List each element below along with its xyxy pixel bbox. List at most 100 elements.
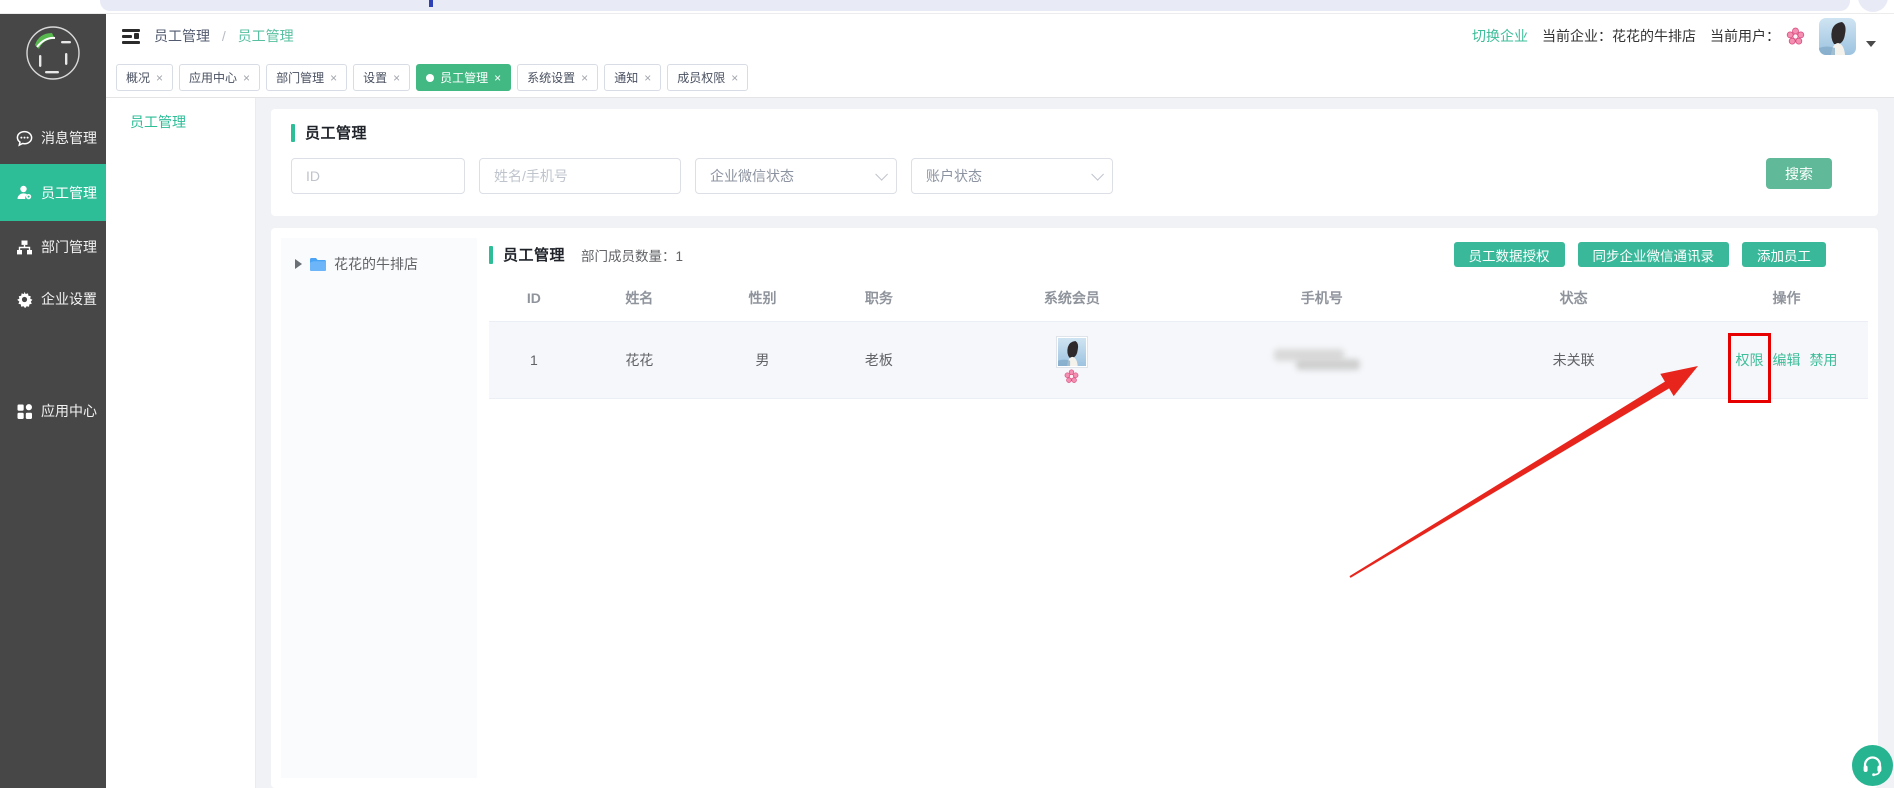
- secondary-sidebar: 员工管理: [106, 98, 256, 788]
- close-icon[interactable]: ×: [731, 72, 738, 84]
- employee-table-card: 花花的牛排店 员工管理 部门成员数量：1 员工数据授权 同步企业微信通讯录: [271, 228, 1878, 788]
- cell-id: 1: [499, 352, 569, 368]
- sidebar-item-messages[interactable]: 消息管理: [0, 112, 106, 164]
- tree-node-label: 花花的牛排店: [334, 254, 418, 274]
- table-header-row: ID 姓名 性别 职务 系统会员 手机号 状态 操作: [489, 275, 1868, 322]
- col-header-actions: 操作: [1705, 288, 1868, 308]
- sync-wechat-contacts-button[interactable]: 同步企业微信通讯录: [1578, 242, 1730, 267]
- close-icon[interactable]: ×: [494, 72, 501, 84]
- top-header: 员工管理 / 员工管理 切换企业 当前企业：花花的牛排店 当前用户：: [106, 14, 1894, 58]
- sidebar-item-company-settings[interactable]: 企业设置: [0, 273, 106, 325]
- message-icon: [16, 130, 33, 147]
- name-phone-input[interactable]: [479, 158, 681, 194]
- col-header-id: ID: [499, 290, 569, 306]
- search-button[interactable]: 搜索: [1766, 158, 1832, 189]
- col-header-job: 职务: [815, 288, 942, 308]
- employee-icon: [16, 184, 33, 201]
- id-input[interactable]: [291, 158, 465, 194]
- subnav-item-employees[interactable]: 员工管理: [106, 112, 255, 132]
- tab-employees-active[interactable]: 员工管理×: [416, 64, 511, 91]
- breadcrumb: 员工管理 / 员工管理: [154, 26, 294, 46]
- user-photo-avatar: [1056, 336, 1088, 368]
- close-icon[interactable]: ×: [330, 72, 337, 84]
- close-icon[interactable]: ×: [644, 72, 651, 84]
- sidebar-collapse-icon[interactable]: [122, 28, 140, 44]
- flower-icon: [1786, 27, 1805, 46]
- tab-departments[interactable]: 部门管理×: [266, 64, 347, 91]
- close-icon[interactable]: ×: [581, 72, 588, 84]
- col-header-member: 系统会员: [943, 288, 1202, 308]
- tab-system-settings[interactable]: 系统设置×: [517, 64, 598, 91]
- tab-member-permissions[interactable]: 成员权限×: [667, 64, 748, 91]
- cell-phone-blurred: [1274, 347, 1370, 373]
- col-header-status: 状态: [1442, 288, 1705, 308]
- user-photo-avatar[interactable]: [1819, 18, 1856, 55]
- divider: [0, 13, 1894, 14]
- apps-grid-icon: [16, 403, 33, 420]
- close-icon[interactable]: ×: [243, 72, 250, 84]
- cell-system-member: [943, 336, 1202, 384]
- table-title: 员工管理: [489, 244, 565, 265]
- cell-name: 花花: [569, 350, 710, 370]
- sidebar-item-label: 应用中心: [41, 401, 97, 421]
- tab-overview[interactable]: 概况×: [116, 64, 173, 91]
- col-header-name: 姓名: [569, 288, 710, 308]
- sidebar-item-employees[interactable]: 员工管理: [0, 164, 106, 221]
- department-tree-panel: 花花的牛排店: [281, 238, 477, 778]
- breadcrumb-parent[interactable]: 员工管理: [154, 28, 210, 44]
- cell-actions: 权限 编辑 禁用: [1705, 350, 1868, 370]
- tree-node-root[interactable]: 花花的牛排店: [295, 254, 477, 274]
- app-logo: [0, 14, 106, 92]
- add-employee-button[interactable]: 添加员工: [1742, 242, 1826, 267]
- chevron-down-icon: [1091, 168, 1104, 181]
- sidebar-item-label: 员工管理: [41, 183, 97, 203]
- workspace: 员工管理 企业微信状态 账户状态 搜索: [256, 98, 1894, 788]
- sidebar-item-app-center[interactable]: 应用中心: [0, 385, 106, 437]
- current-user-label: 当前用户：: [1710, 26, 1780, 46]
- headset-icon: [1861, 754, 1884, 777]
- breadcrumb-separator: /: [222, 28, 226, 44]
- app-window: 消息管理 员工管理 部门管理: [0, 0, 1894, 788]
- cell-job: 老板: [815, 350, 942, 370]
- close-icon[interactable]: ×: [156, 72, 163, 84]
- permission-link[interactable]: 权限: [1736, 352, 1764, 368]
- sidebar-item-label: 部门管理: [41, 237, 97, 257]
- address-bar-cursor: [429, 0, 433, 7]
- current-company: 当前企业：花花的牛排店: [1542, 26, 1696, 46]
- content-area: 员工管理 员工管理 企业微信状态 账户状态: [106, 98, 1894, 788]
- sidebar-item-label: 企业设置: [41, 289, 97, 309]
- title-accent-bar: [291, 124, 295, 142]
- sidebar-item-departments[interactable]: 部门管理: [0, 221, 106, 273]
- sidebar-item-label: 消息管理: [41, 128, 97, 148]
- breadcrumb-current: 员工管理: [238, 28, 294, 44]
- col-header-gender: 性别: [710, 288, 815, 308]
- main-sidebar: 消息管理 员工管理 部门管理: [0, 14, 106, 788]
- chevron-down-icon: [875, 168, 888, 181]
- data-authorize-button[interactable]: 员工数据授权: [1454, 242, 1565, 267]
- edit-link[interactable]: 编辑: [1773, 350, 1801, 370]
- member-count: 部门成员数量：1: [581, 245, 683, 265]
- close-icon[interactable]: ×: [393, 72, 400, 84]
- cell-gender: 男: [710, 350, 815, 370]
- annotation-red-box: [1728, 333, 1771, 403]
- tab-notifications[interactable]: 通知×: [604, 64, 661, 91]
- disable-link[interactable]: 禁用: [1810, 350, 1838, 370]
- wechat-status-select[interactable]: 企业微信状态: [695, 158, 897, 194]
- folder-icon: [309, 257, 327, 272]
- flower-icon: [1064, 369, 1079, 384]
- table-area: 员工管理 部门成员数量：1 员工数据授权 同步企业微信通讯录 添加员工 ID 姓…: [477, 238, 1868, 778]
- open-tabs-bar: 概况× 应用中心× 部门管理× 设置× 员工管理× 系统设置× 通知× 成员权限…: [106, 58, 1894, 98]
- switch-company-link[interactable]: 切换企业: [1472, 26, 1528, 46]
- browser-chrome-remnant: [0, 0, 1894, 14]
- gear-icon: [16, 291, 33, 308]
- filter-card-title: 员工管理: [291, 122, 1858, 143]
- tree-expand-icon[interactable]: [295, 259, 302, 269]
- cell-status: 未关联: [1442, 350, 1705, 370]
- chevron-down-icon[interactable]: [1866, 41, 1876, 47]
- col-header-phone: 手机号: [1201, 288, 1442, 308]
- department-icon: [16, 239, 33, 256]
- account-status-select[interactable]: 账户状态: [911, 158, 1113, 194]
- tab-app-center[interactable]: 应用中心×: [179, 64, 260, 91]
- tab-settings[interactable]: 设置×: [353, 64, 410, 91]
- customer-service-button[interactable]: [1852, 745, 1893, 786]
